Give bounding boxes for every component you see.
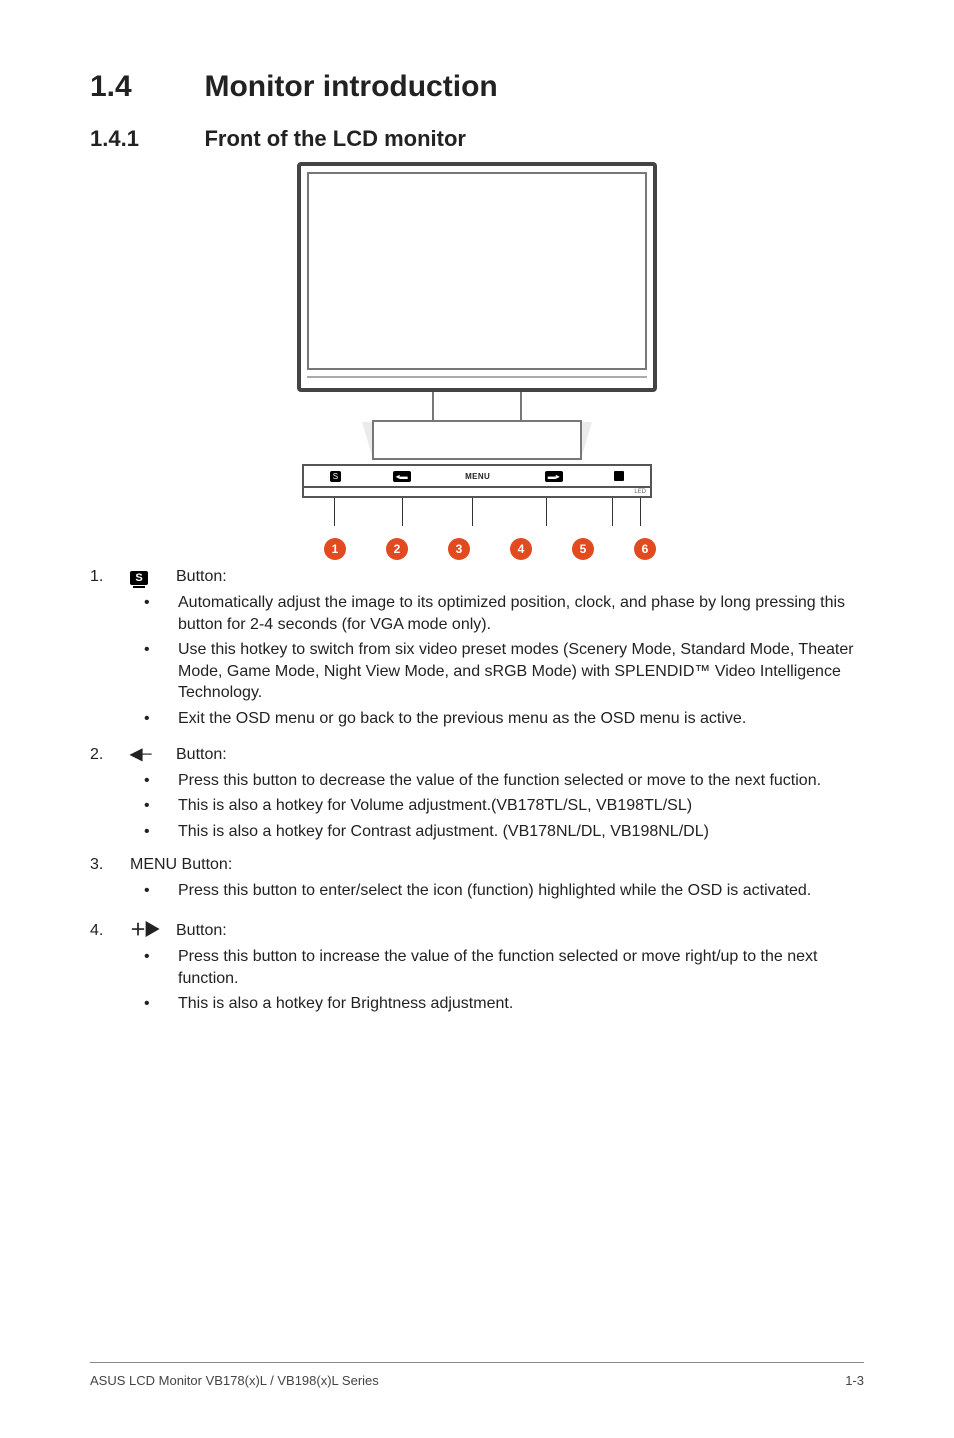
monitor-stand-base <box>372 420 582 460</box>
callout-2: 2 <box>386 538 408 560</box>
section-heading: 1.4 Monitor introduction <box>90 70 864 104</box>
subsection-heading: 1.4.1 Front of the LCD monitor <box>90 104 864 152</box>
item-label: Button: <box>176 568 227 586</box>
monitor-outline <box>297 162 657 392</box>
left-arrow-minus-icon: ◀─ <box>130 744 176 764</box>
callout-circles: 1 2 3 4 5 6 <box>302 538 652 560</box>
item-label: Button: <box>176 922 227 940</box>
subsection-number: 1.4.1 <box>90 126 200 152</box>
callout-6: 6 <box>634 538 656 560</box>
button-panel-lower: LED <box>302 488 652 498</box>
bullet: Press this button to enter/select the ic… <box>144 880 864 902</box>
list-item: 3. MENU Button: Press this button to ent… <box>90 856 864 902</box>
bullet: Press this button to increase the value … <box>144 946 864 989</box>
monitor-screen <box>307 172 647 370</box>
bullet: Exit the OSD menu or go back to the prev… <box>144 708 864 730</box>
section-title: Monitor introduction <box>204 70 497 104</box>
bullet: This is also a hotkey for Contrast adjus… <box>144 821 864 843</box>
bullet: This is also a hotkey for Volume adjustm… <box>144 795 864 817</box>
section-number: 1.4 <box>90 70 200 104</box>
callout-4: 4 <box>510 538 532 560</box>
subsection-title: Front of the LCD monitor <box>204 126 466 152</box>
button-panel: S ◂▬ MENU ▬▸ <box>302 464 652 488</box>
panel-button-splendid-icon: S <box>330 471 341 482</box>
bullet: Automatically adjust the image to its op… <box>144 592 864 635</box>
item-number: 4. <box>90 922 130 940</box>
plus-right-arrow-icon: ＋▶ <box>130 916 176 940</box>
list-item: 4. ＋▶ Button: Press this button to incre… <box>90 916 864 1015</box>
callout-1: 1 <box>324 538 346 560</box>
page-footer: ASUS LCD Monitor VB178(x)L / VB198(x)L S… <box>90 1362 864 1388</box>
item-number: 1. <box>90 568 130 586</box>
item-label: Button: <box>176 746 227 764</box>
item-number: 2. <box>90 746 130 764</box>
panel-button-menu-label: MENU <box>462 471 493 482</box>
panel-button-left-icon: ◂▬ <box>393 471 411 482</box>
bullet: Press this button to decrease the value … <box>144 770 864 792</box>
item-label: MENU Button: <box>130 856 232 874</box>
figure: S ◂▬ MENU ▬▸ LED 1 2 3 4 <box>90 162 864 560</box>
panel-button-power-icon <box>614 471 624 481</box>
footer-left: ASUS LCD Monitor VB178(x)L / VB198(x)L S… <box>90 1373 379 1388</box>
list-item: 2. ◀─ Button: Press this button to decre… <box>90 744 864 843</box>
footer-page-number: 1-3 <box>845 1373 864 1388</box>
bullet: This is also a hotkey for Brightness adj… <box>144 993 864 1015</box>
list-item: 1. S Button: Automatically adjust the im… <box>90 568 864 730</box>
panel-button-right-icon: ▬▸ <box>545 471 563 482</box>
splendid-icon: S <box>130 571 176 585</box>
item-number: 3. <box>90 856 130 874</box>
bullet: Use this hotkey to switch from six video… <box>144 639 864 704</box>
button-description-list: 1. S Button: Automatically adjust the im… <box>90 568 864 1015</box>
monitor-stand-neck <box>432 392 522 422</box>
callout-3: 3 <box>448 538 470 560</box>
led-label: LED <box>634 489 646 495</box>
callout-5: 5 <box>572 538 594 560</box>
callout-lines <box>302 498 652 538</box>
monitor-bezel-bottom <box>307 376 647 384</box>
